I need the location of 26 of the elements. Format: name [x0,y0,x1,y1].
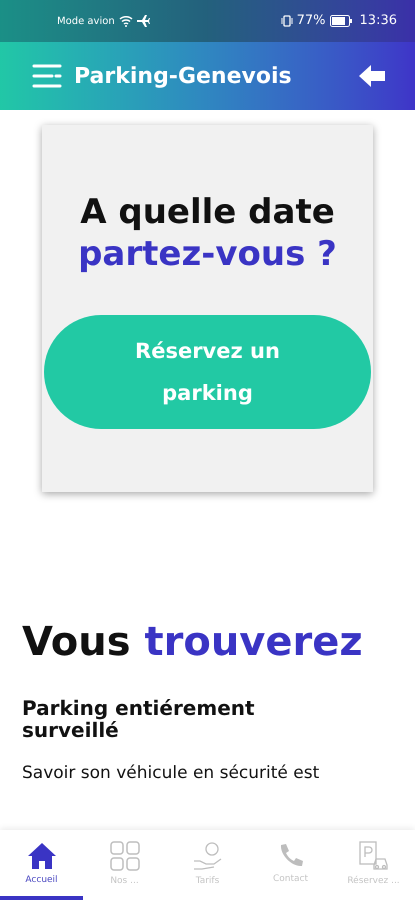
section-title-highlight: trouverez [144,619,363,665]
nav-tab[interactable]: Réservez ... [332,830,415,900]
reserve-button[interactable]: Réservez un parking [44,315,371,429]
clock: 13:36 [360,12,397,30]
battery-icon [330,15,352,27]
home-icon [26,842,56,870]
nav-tab[interactable]: Contact [249,830,332,900]
hero-heading: A quelle date [80,191,335,233]
section-title: Vous [22,619,131,665]
nav-tab[interactable]: Nos ... [83,830,166,900]
parking-car-icon [358,841,388,872]
hero-subheading: partez-vous ? [78,233,337,275]
feature-text: Savoir son véhicule en sécurité est [21,762,320,785]
battery-percent: 77% [296,12,326,30]
airplane-icon [136,15,150,27]
hand-coin-icon [192,841,222,872]
menu-icon[interactable] [32,63,62,89]
app-title: Parking-Genevois [74,62,293,90]
nav-tab[interactable]: Accueil [0,830,83,900]
wifi-icon [118,15,133,27]
grid-icon [110,841,140,872]
back-arrow-icon[interactable] [359,65,385,87]
status-text: Mode avion [57,14,115,28]
nav-tab[interactable]: Tarifs [166,830,249,900]
feature-title: Parking entiérement surveillé [21,697,256,741]
vibrate-icon [280,15,293,27]
